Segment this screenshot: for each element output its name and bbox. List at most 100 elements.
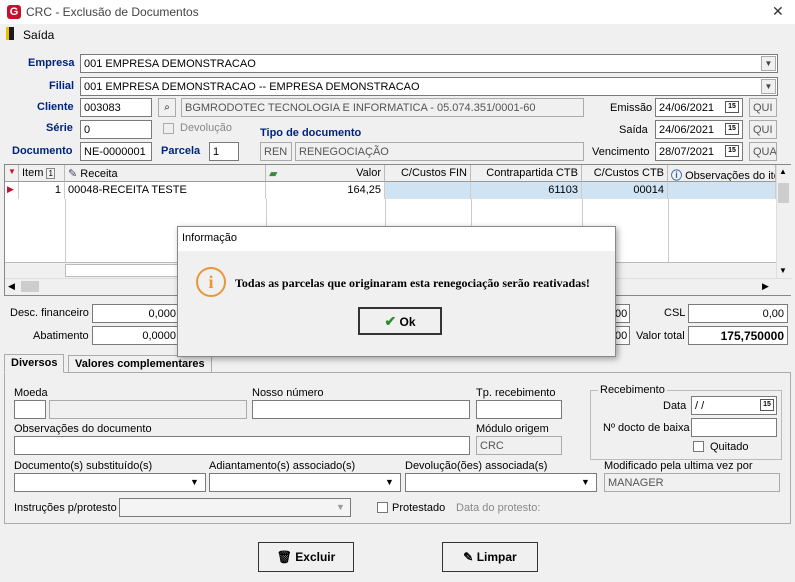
filial-select[interactable]: 001 EMPRESA DEMONSTRACAO -- EMPRESA DEMO…: [80, 77, 778, 96]
cell-item[interactable]: 1: [19, 182, 65, 199]
chevron-down-icon[interactable]: ▼: [336, 502, 345, 512]
cliente-code-input[interactable]: 003083: [80, 98, 152, 117]
col-obs-label: Observações do ite: [685, 170, 776, 182]
calendar-icon[interactable]: 15: [725, 145, 739, 157]
chevron-down-icon[interactable]: ▼: [761, 56, 776, 71]
pencil-icon: ✎: [68, 168, 78, 180]
saida-day-field: QUI: [749, 120, 777, 139]
col-header-ccustos-fin[interactable]: C/Custos FIN: [385, 165, 471, 182]
info-dialog: Informação i Todas as parcelas que origi…: [177, 226, 616, 357]
window-title: CRC - Exclusão de Documentos: [26, 5, 199, 19]
instrucoes-protesto-select[interactable]: [119, 498, 351, 517]
quitado-label: Quitado: [710, 441, 749, 453]
adiantamento-select[interactable]: [209, 473, 401, 492]
protestado-label: Protestado: [392, 502, 446, 514]
parcela-label: Parcela: [161, 145, 201, 157]
valor-total-label: Valor total: [636, 330, 685, 342]
empresa-select[interactable]: 001 EMPRESA DEMONSTRACAO: [80, 54, 778, 73]
chevron-down-icon[interactable]: ▼: [761, 79, 776, 94]
tipo-code-field: REN: [260, 142, 292, 161]
devolucao-checkbox[interactable]: [163, 123, 174, 134]
cell-obs[interactable]: [668, 182, 776, 199]
trash-icon: 🗑: [276, 550, 292, 564]
documento-label: Documento: [12, 145, 73, 157]
cell-ccustos-fin[interactable]: [385, 182, 471, 199]
cell-valor[interactable]: 164,25: [266, 182, 385, 199]
quitado-checkbox[interactable]: [693, 441, 704, 452]
col-header-contrapartida[interactable]: Contrapartida CTB: [471, 165, 582, 182]
menu-bar: [0, 24, 795, 44]
calendar-icon[interactable]: 15: [725, 123, 739, 135]
desc-financeiro-field[interactable]: 0,000: [92, 304, 180, 323]
doc-substituido-select[interactable]: [14, 473, 206, 492]
filial-label: Filial: [49, 80, 75, 92]
scroll-right-icon[interactable]: ▶: [762, 281, 769, 292]
excluir-label: Excluir: [295, 550, 336, 564]
moeda-input[interactable]: [14, 400, 46, 419]
limpar-button[interactable]: ✎ Limpar: [442, 542, 538, 572]
csl-label: CSL: [664, 307, 686, 319]
cell-contrapartida[interactable]: 61103: [471, 182, 582, 199]
eraser-icon: ✎: [463, 550, 474, 564]
money-icon: ▰: [269, 168, 278, 180]
sort-arrow-icon: ▼: [5, 165, 19, 182]
close-icon[interactable]: ✕: [772, 3, 784, 20]
devolucao-label: Devolução: [180, 122, 232, 134]
menu-saida[interactable]: Saída: [23, 28, 54, 42]
calendar-icon[interactable]: 15: [760, 399, 774, 411]
check-icon: ✔: [384, 313, 397, 329]
abatimento-field[interactable]: 0,0000: [92, 326, 180, 345]
modulo-origem-label: Módulo origem: [476, 423, 549, 435]
col-header-obs[interactable]: ⓘ Observações do ite: [668, 165, 776, 182]
empresa-label: Empresa: [28, 57, 75, 69]
cliente-name-field: BGMRODOTEC TECNOLOGIA E INFORMATICA - 05…: [181, 98, 584, 117]
serie-label: Série: [46, 122, 73, 134]
chevron-down-icon[interactable]: ▼: [385, 477, 394, 487]
col-header-receita[interactable]: ✎ Receita: [65, 165, 266, 182]
info-icon: i: [196, 267, 226, 297]
ndocto-baixa-input[interactable]: [691, 418, 777, 437]
documento-input[interactable]: NE-0000001: [80, 142, 152, 161]
adiantamento-label: Adiantamento(s) associado(s): [209, 460, 356, 472]
col-valor-label: Valor: [356, 167, 381, 179]
ok-button[interactable]: ✔ Ok: [358, 307, 442, 335]
dialog-title: Informação: [178, 227, 615, 251]
scroll-left-icon[interactable]: ◀: [8, 281, 15, 292]
obs-documento-input[interactable]: [14, 436, 470, 455]
serie-input[interactable]: 0: [80, 120, 152, 139]
data-protesto-label: Data do protesto:: [456, 502, 541, 514]
calendar-icon[interactable]: 15: [725, 101, 739, 113]
protestado-checkbox[interactable]: [377, 502, 388, 513]
binoculars-icon[interactable]: ⌕: [158, 98, 176, 117]
nosso-numero-label: Nosso número: [252, 387, 324, 399]
parcela-input[interactable]: 1: [209, 142, 239, 161]
moeda-label: Moeda: [14, 387, 48, 399]
devolucao-assoc-select[interactable]: [405, 473, 597, 492]
desc-financeiro-label: Desc. financeiro: [10, 307, 89, 319]
emissao-label: Emissão: [610, 102, 653, 114]
valor-total-field[interactable]: 175,750000: [688, 326, 788, 345]
scroll-up-icon[interactable]: ▲: [779, 167, 787, 176]
doc-substituido-label: Documento(s) substituído(s): [14, 460, 153, 472]
scrollbar-thumb[interactable]: [21, 281, 39, 292]
excluir-button[interactable]: 🗑 Excluir: [258, 542, 354, 572]
col-item-label: Item: [22, 167, 44, 179]
cell-receita[interactable]: 00048-RECEITA TESTE: [65, 182, 266, 199]
cell-ccustos-ctb[interactable]: 00014: [582, 182, 668, 199]
modificado-field: MANAGER: [604, 473, 780, 492]
scroll-down-icon[interactable]: ▼: [779, 266, 787, 275]
chevron-down-icon[interactable]: ▼: [190, 477, 199, 487]
scrollbar-thumb[interactable]: [778, 183, 789, 203]
limpar-label: Limpar: [476, 550, 517, 564]
recebimento-group-label: Recebimento: [598, 384, 667, 396]
col-header-ccustos-ctb[interactable]: C/Custos CTB: [582, 165, 668, 182]
chevron-down-icon[interactable]: ▼: [581, 477, 590, 487]
tp-recebimento-input[interactable]: [476, 400, 562, 419]
col-header-item[interactable]: Item 1: [19, 165, 65, 182]
vertical-scrollbar[interactable]: [776, 165, 791, 278]
nosso-numero-input[interactable]: [252, 400, 470, 419]
tab-diversos[interactable]: Diversos: [4, 354, 65, 373]
tab-valores-complementares[interactable]: Valores complementares: [68, 355, 212, 372]
col-header-valor[interactable]: ▰ Valor: [266, 165, 385, 182]
csl-field[interactable]: 0,00: [688, 304, 788, 323]
